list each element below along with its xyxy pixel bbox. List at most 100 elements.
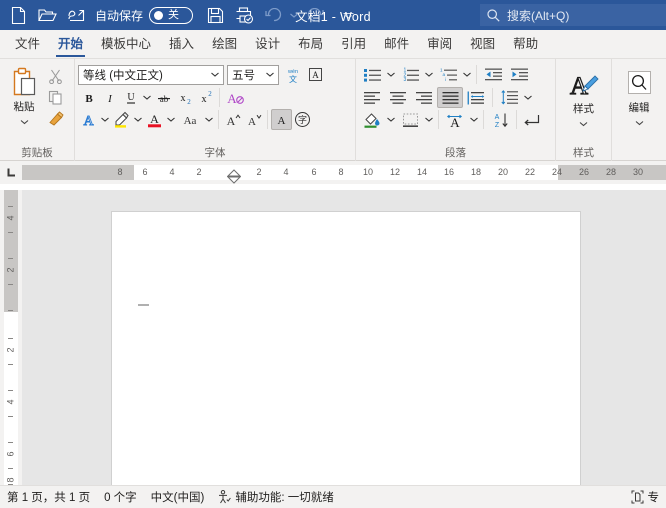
bullets-button[interactable]	[359, 64, 385, 85]
line-spacing-button[interactable]	[496, 87, 522, 108]
text-effects-button[interactable]: A	[78, 109, 99, 130]
underline-button[interactable]: U	[120, 87, 141, 108]
sort-button[interactable]: A Z	[487, 109, 513, 130]
undo-icon[interactable]	[259, 3, 287, 27]
svg-text:A: A	[83, 114, 94, 128]
multilevel-list-button[interactable]: 1 a i	[435, 64, 461, 85]
tab-references[interactable]: 引用	[332, 30, 375, 58]
grow-font-button[interactable]: A	[222, 109, 243, 130]
document-canvas[interactable]	[22, 190, 666, 485]
accessibility-status[interactable]: 辅助功能: 一切就绪	[211, 486, 340, 508]
font-color-chevron-down-icon[interactable]	[165, 109, 177, 130]
tab-stop-selector[interactable]	[0, 161, 22, 184]
font-group-title: 字体	[204, 147, 226, 159]
underline-chevron-down-icon[interactable]	[141, 87, 153, 108]
numbering-button[interactable]: 1 2 3	[397, 64, 423, 85]
tab-review[interactable]: 审阅	[418, 30, 461, 58]
copy-button[interactable]	[45, 87, 66, 108]
autosave-toggle[interactable]: 关	[149, 6, 194, 24]
editing-chevron-down-icon[interactable]	[635, 113, 644, 131]
superscript-button[interactable]: x 2	[195, 87, 216, 108]
distribute-button[interactable]	[463, 87, 489, 108]
strikethrough-button[interactable]: ab	[153, 87, 174, 108]
shading-chevron-down-icon[interactable]	[385, 109, 397, 130]
font-color-button[interactable]: A	[144, 109, 165, 130]
vertical-ruler[interactable]: 4 2 2 4 6 8	[0, 190, 22, 485]
multilevel-list-chevron-down-icon[interactable]	[461, 64, 473, 85]
decrease-indent-button[interactable]	[480, 64, 506, 85]
tab-layout[interactable]: 布局	[289, 30, 332, 58]
subscript-button[interactable]: x 2	[174, 87, 195, 108]
character-border-button[interactable]: A	[305, 64, 326, 85]
borders-button[interactable]	[397, 109, 423, 130]
bullets-chevron-down-icon[interactable]	[385, 64, 397, 85]
bold-button[interactable]: B	[78, 87, 99, 108]
tab-template-center[interactable]: 模板中心	[92, 30, 160, 58]
tab-draw[interactable]: 绘图	[203, 30, 246, 58]
font-size-chevron-down-icon[interactable]	[263, 72, 276, 77]
borders-chevron-down-icon[interactable]	[423, 109, 435, 130]
character-shading-button[interactable]: A	[271, 109, 292, 130]
left-indent-marker[interactable]	[227, 178, 241, 184]
change-case-chevron-down-icon[interactable]	[203, 109, 215, 130]
tab-design[interactable]: 设计	[246, 30, 289, 58]
borders-icon	[402, 113, 418, 127]
page-indicator[interactable]: 第 1 页，共 1 页	[0, 486, 97, 508]
shrink-font-button[interactable]: A	[243, 109, 264, 130]
new-document-icon[interactable]	[4, 3, 32, 27]
styles-button[interactable]: A 样式	[561, 68, 607, 132]
enclose-character-button[interactable]: 字	[292, 109, 313, 130]
tab-view[interactable]: 视图	[461, 30, 504, 58]
clear-formatting-button[interactable]: A	[223, 87, 249, 108]
focus-mode-button[interactable]: 专	[624, 486, 666, 508]
open-folder-icon[interactable]	[33, 3, 61, 27]
focus-mode-label: 专	[647, 492, 660, 504]
change-case-button[interactable]: Aa	[177, 109, 203, 130]
language-indicator[interactable]: 中文(中国)	[144, 486, 212, 508]
text-effects-chevron-down-icon[interactable]	[99, 109, 111, 130]
shading-button[interactable]	[359, 109, 385, 130]
autosave-label: 自动保存	[95, 8, 144, 23]
tab-home[interactable]: 开始	[49, 30, 92, 58]
document-page[interactable]	[112, 212, 580, 485]
increase-indent-button[interactable]	[506, 64, 532, 85]
highlight-button[interactable]	[111, 109, 132, 130]
word-count[interactable]: 0 个字	[97, 486, 144, 508]
left-tab-icon	[7, 168, 15, 177]
svg-text:U: U	[127, 92, 135, 103]
editing-button[interactable]: 编辑	[616, 68, 662, 131]
asian-layout-button[interactable]: A	[442, 109, 468, 130]
save-icon[interactable]	[201, 3, 229, 27]
tab-mailings[interactable]: 邮件	[375, 30, 418, 58]
tab-insert[interactable]: 插入	[160, 30, 203, 58]
paste-chevron-down-icon[interactable]	[20, 112, 29, 130]
align-center-button[interactable]	[385, 87, 411, 108]
paste-button[interactable]: 粘贴	[3, 65, 45, 130]
justify-button[interactable]	[437, 87, 463, 108]
horizontal-ruler[interactable]: 8 6 4 2 2 4 6 8 10 12 14 16 18 20 22 24 …	[22, 161, 666, 184]
font-name-combo[interactable]: 等线 (中文正文)	[78, 64, 224, 85]
line-spacing-chevron-down-icon[interactable]	[522, 87, 534, 108]
styles-chevron-down-icon[interactable]	[579, 114, 588, 132]
font-size-combo[interactable]: 五号	[227, 64, 279, 85]
align-right-button[interactable]	[411, 87, 437, 108]
ruler-number: 4	[283, 167, 289, 177]
vertical-ruler-top-margin	[4, 190, 18, 312]
asian-layout-chevron-down-icon[interactable]	[468, 109, 480, 130]
tab-file[interactable]: 文件	[6, 30, 49, 58]
format-painter-button[interactable]	[45, 108, 66, 129]
phonetic-guide-button[interactable]: wén 文	[282, 64, 303, 85]
align-left-button[interactable]	[359, 87, 385, 108]
font-name-chevron-down-icon[interactable]	[208, 72, 221, 77]
print-preview-icon[interactable]	[230, 3, 258, 27]
tab-help[interactable]: 帮助	[504, 30, 547, 58]
italic-button[interactable]: I	[99, 87, 120, 108]
touch-mode-icon[interactable]	[62, 3, 90, 27]
show-formatting-marks-button[interactable]	[520, 109, 546, 130]
cut-button[interactable]	[45, 66, 66, 87]
numbering-chevron-down-icon[interactable]	[423, 64, 435, 85]
vruler-tick	[8, 284, 13, 285]
search-box[interactable]: 搜索(Alt+Q)	[480, 4, 666, 26]
vruler-number: 8	[5, 477, 16, 483]
highlight-chevron-down-icon[interactable]	[132, 109, 144, 130]
